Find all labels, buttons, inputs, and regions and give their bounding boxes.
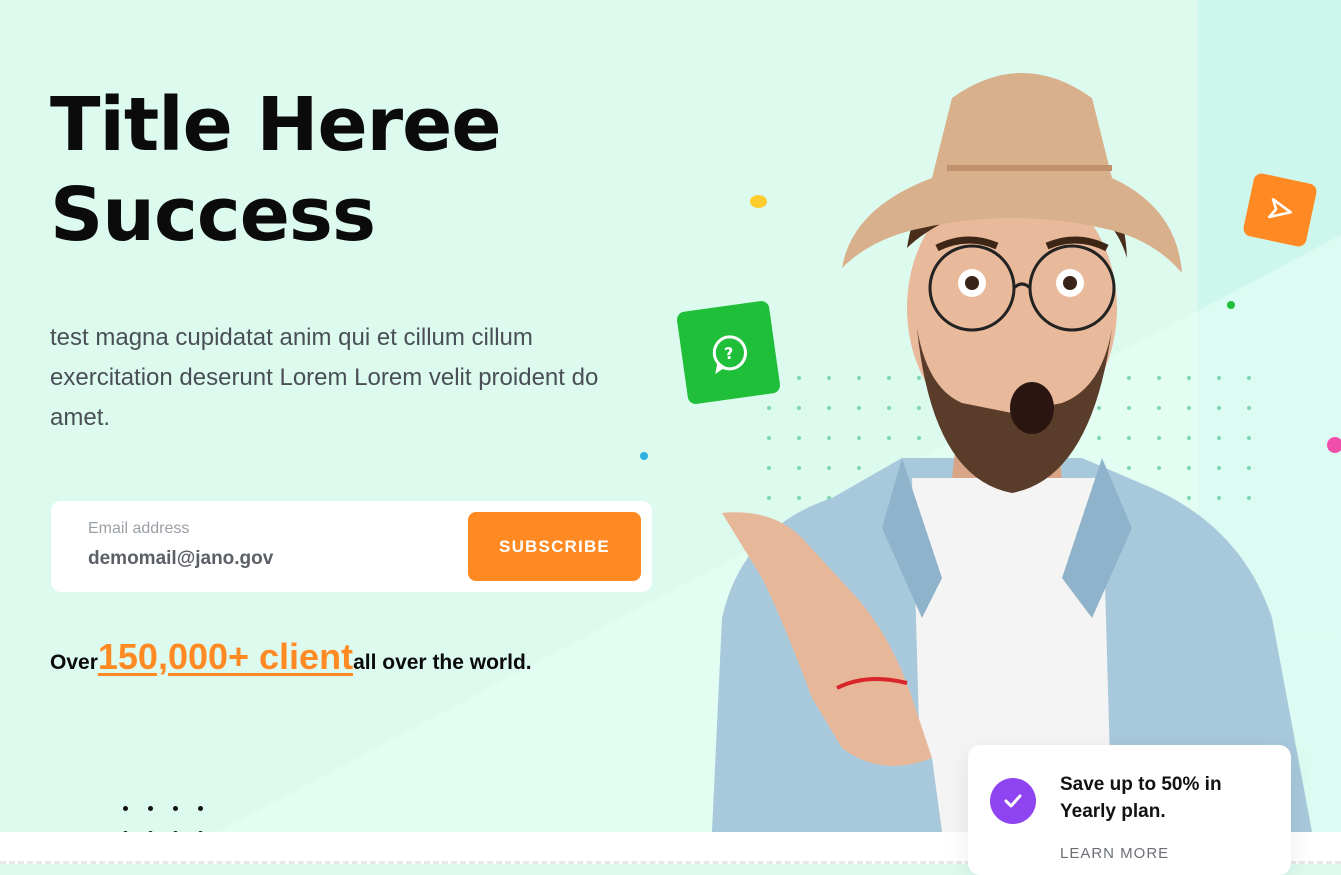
grid-dot-dark (148, 806, 153, 811)
grid-dot-dark (123, 806, 128, 811)
grid-dot-dark (173, 806, 178, 811)
stats-suffix: all over the world. (353, 651, 532, 674)
promo-card: Save up to 50% in Yearly plan. LEARN MOR… (968, 745, 1291, 875)
hero-description: test magna cupidatat anim qui et cillum … (50, 324, 599, 431)
send-card (1242, 172, 1318, 248)
email-label: Email address (88, 520, 190, 537)
title-line-1: Title Heree (50, 82, 502, 168)
help-bubble-icon: ? (712, 334, 747, 374)
check-icon (990, 778, 1036, 824)
hero-person-image (712, 73, 1312, 832)
help-card: ? (675, 299, 782, 406)
subscribe-form: Email address SUBSCRIBE (51, 501, 652, 592)
page-title: Title Heree Success (50, 80, 502, 260)
confetti-blue (640, 452, 648, 460)
client-stats: Over150,000+ clientall over the world. (50, 636, 532, 678)
confetti-pink (1327, 437, 1341, 453)
client-count-link[interactable]: 150,000+ client (98, 636, 353, 677)
grid-dot-dark (198, 806, 203, 811)
learn-more-link[interactable]: LEARN MORE (1060, 845, 1169, 862)
title-line-2: Success (50, 172, 376, 258)
send-icon (1268, 198, 1293, 219)
svg-text:?: ? (723, 343, 735, 363)
subscribe-button[interactable]: SUBSCRIBE (468, 512, 641, 581)
email-field[interactable] (88, 548, 448, 570)
stats-prefix: Over (50, 651, 98, 674)
promo-text: Save up to 50% in Yearly plan. (1060, 774, 1222, 822)
